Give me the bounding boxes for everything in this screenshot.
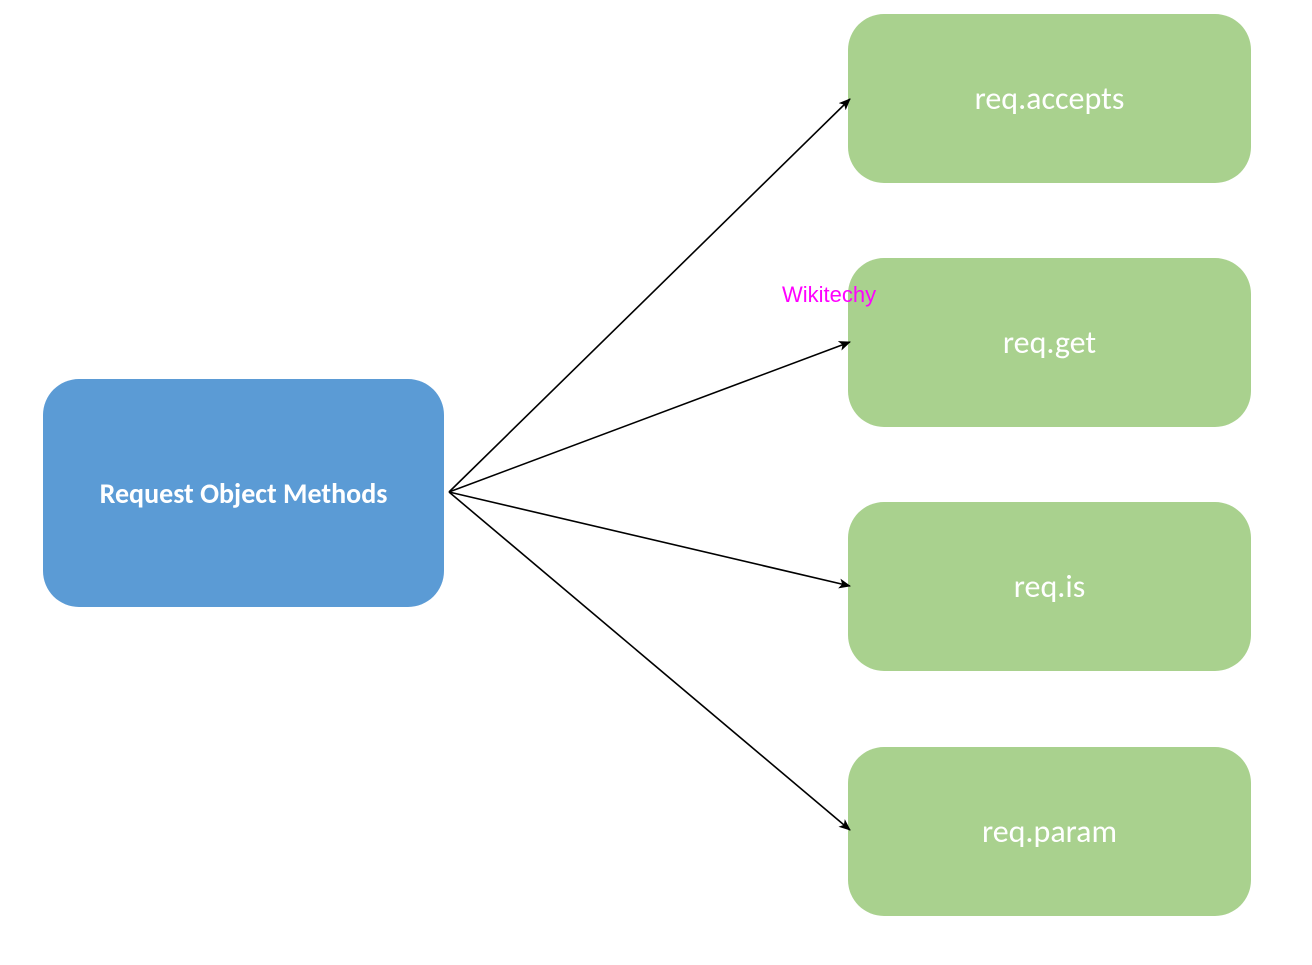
method-label: req.get xyxy=(1003,323,1096,362)
method-box-is: req.is xyxy=(848,502,1251,671)
source-box: Request Object Methods xyxy=(43,379,444,607)
source-label: Request Object Methods xyxy=(100,476,388,511)
watermark-text: Wikitechy xyxy=(782,282,876,308)
method-box-get: req.get xyxy=(848,258,1251,427)
method-box-param: req.param xyxy=(848,747,1251,916)
method-label: req.accepts xyxy=(975,79,1125,118)
method-label: req.param xyxy=(982,812,1117,851)
method-box-accepts: req.accepts xyxy=(848,14,1251,183)
method-label: req.is xyxy=(1014,567,1085,606)
